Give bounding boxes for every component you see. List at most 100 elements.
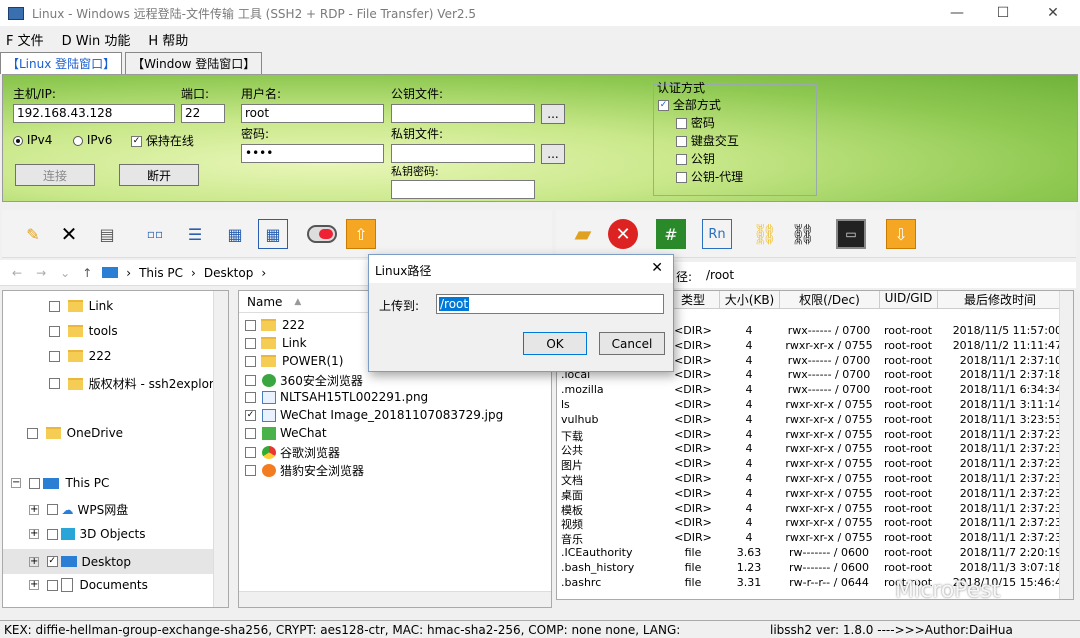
col-type-header[interactable]: 类型 [667, 291, 719, 309]
expand-icon[interactable]: + [29, 556, 39, 567]
col-size-header[interactable]: 大小(KB) [719, 291, 779, 309]
delete-remote-icon[interactable]: ✕ [608, 219, 638, 249]
pubkey-browse-button[interactable]: ... [541, 104, 565, 124]
port-input[interactable]: 22 [181, 104, 225, 123]
small-icons-view-icon[interactable]: ▫▫ [140, 219, 170, 249]
auth-pubkey-checkbox[interactable]: 公钥 [676, 150, 715, 167]
auth-all-checkbox[interactable]: ✓ 全部方式 [658, 96, 721, 113]
dialog-cancel-button[interactable]: Cancel [599, 332, 665, 355]
ipv4-radio[interactable]: IPv4 [13, 133, 52, 147]
forward-arrow-icon[interactable]: → [36, 266, 46, 280]
terminal-hash-icon[interactable]: # [656, 219, 686, 249]
file-item[interactable]: NLTSAH15TL002291.png [245, 390, 428, 404]
breadcrumb-this-pc[interactable]: This PC [139, 266, 183, 280]
keepalive-checkbox[interactable]: ✓ 保持在线 [131, 132, 194, 149]
tree-item[interactable]: tools [49, 324, 118, 338]
remote-table-row[interactable]: ls <DIR> 4 rwxr-xr-x / 0755 root-root 2018/11… [557, 398, 1067, 413]
remote-table-row[interactable]: .mozilla <DIR> 4 rwx------ / 0700 root-root 2… [557, 383, 1067, 398]
menu-help[interactable]: H 帮助 [148, 30, 188, 49]
privkey-input[interactable] [391, 144, 535, 163]
link-icon[interactable]: ⛓ [750, 219, 780, 249]
disconnect-button[interactable]: 断开 [119, 164, 199, 186]
auth-pubkey-agent-checkbox[interactable]: 公钥-代理 [676, 168, 743, 185]
tree-item[interactable]: 版权材料 - ssh2explore [49, 375, 221, 392]
chevron-down-icon[interactable]: ⌄ [60, 266, 70, 280]
file-item[interactable]: ✓ WeChat Image_20181107083729.jpg [245, 408, 503, 422]
file-item[interactable]: POWER(1) [245, 354, 343, 368]
tree-item[interactable]: + ☁ WPS网盘 [29, 501, 128, 518]
up-arrow-icon[interactable]: ↑ [82, 266, 92, 280]
upload-icon[interactable]: ⇧ [346, 219, 376, 249]
ipv6-radio[interactable]: IPv6 [73, 133, 112, 147]
remote-table-row[interactable]: 视频 <DIR> 4 rwxr-xr-x / 0755 root-root 2018/11… [557, 516, 1067, 531]
file-item[interactable]: Link [245, 336, 307, 350]
expand-icon[interactable]: + [29, 529, 39, 539]
file-item[interactable]: 猎豹安全浏览器 [245, 462, 364, 479]
console-icon[interactable]: ▭ [836, 219, 866, 249]
new-folder-icon[interactable]: ▰ [568, 219, 598, 249]
tree-item[interactable]: 222 [49, 349, 112, 363]
col-perm-header[interactable]: 权限(/Dec) [779, 291, 879, 309]
user-input[interactable]: root [241, 104, 384, 123]
connect-button[interactable]: 连接 [15, 164, 95, 186]
auth-password-checkbox[interactable]: 密码 [676, 114, 715, 131]
tree-scrollbar[interactable] [213, 291, 228, 607]
dialog-path-input[interactable]: /root [436, 294, 664, 314]
properties-icon[interactable]: ▤ [92, 219, 122, 249]
tree-item[interactable]: − This PC [11, 476, 109, 490]
col-mtime-header[interactable]: 最后修改时间 [937, 291, 1062, 309]
file-list-hscrollbar[interactable] [239, 591, 551, 607]
list-view-icon[interactable]: ☰ [180, 219, 210, 249]
tree-item-selected[interactable]: + ✓ Desktop [3, 549, 213, 574]
tree-item[interactable]: + 3D Objects [29, 527, 146, 541]
col-uid-header[interactable]: UID/GID [879, 291, 937, 309]
expand-icon[interactable]: + [29, 504, 39, 515]
auth-keyboard-checkbox[interactable]: 键盘交互 [676, 132, 739, 149]
minimize-button[interactable]: — [934, 0, 980, 26]
password-input[interactable]: •••• [241, 144, 384, 163]
breadcrumb-desktop[interactable]: Desktop [204, 266, 254, 280]
open-folder-icon[interactable]: ✎ [18, 219, 48, 249]
file-item[interactable]: 222 [245, 318, 305, 332]
remote-table-row[interactable]: 模板 <DIR> 4 rwxr-xr-x / 0755 root-root 2018/11… [557, 502, 1067, 517]
file-item[interactable]: 360安全浏览器 [245, 372, 363, 389]
details-view-icon[interactable]: ▦ [220, 219, 250, 249]
tree-item[interactable]: + Documents [29, 578, 148, 592]
remote-path-value[interactable]: /root [706, 268, 734, 282]
remote-table-row[interactable]: 音乐 <DIR> 4 rwxr-xr-x / 0755 root-root 2018/11… [557, 531, 1067, 546]
remote-table-row[interactable]: vulhub <DIR> 4 rwxr-xr-x / 0755 root-root 201… [557, 413, 1067, 428]
menu-file[interactable]: F 文件 [6, 30, 44, 49]
tab-windows-login[interactable]: 【Window 登陆窗口】 [125, 52, 263, 74]
download-icon[interactable]: ⇩ [886, 219, 916, 249]
tree-item[interactable]: OneDrive [27, 426, 123, 440]
dialog-ok-button[interactable]: OK [523, 332, 587, 355]
maximize-button[interactable]: ☐ [980, 0, 1026, 26]
remote-table-row[interactable]: 图片 <DIR> 4 rwxr-xr-x / 0755 root-root 2018/11… [557, 457, 1067, 472]
toggle-icon[interactable] [306, 219, 338, 249]
remote-table-row[interactable]: .ICEauthority file 3.63 rw------- / 0600 roo… [557, 546, 1067, 561]
privkey-browse-button[interactable]: ... [541, 144, 565, 164]
remote-table-row[interactable]: 文档 <DIR> 4 rwxr-xr-x / 0755 root-root 2018/11… [557, 472, 1067, 487]
privkey-pass-input[interactable] [391, 180, 535, 199]
tab-linux-login[interactable]: 【Linux 登陆窗口】 [0, 52, 123, 74]
close-button[interactable]: ✕ [1030, 0, 1076, 26]
menu-win[interactable]: D Win 功能 [62, 30, 131, 49]
name-column-header[interactable]: Name [247, 295, 282, 309]
host-input[interactable]: 192.168.43.128 [13, 104, 175, 123]
rename-icon[interactable]: Rn [702, 219, 732, 249]
dialog-close-icon[interactable]: ✕ [651, 260, 663, 276]
tree-item[interactable]: Link [49, 299, 113, 313]
expand-icon[interactable]: + [29, 580, 39, 590]
remote-table-row[interactable]: 公共 <DIR> 4 rwxr-xr-x / 0755 root-root 2018/11… [557, 442, 1067, 457]
remote-table-row[interactable]: .bash_history file 1.23 rw------- / 0600 roo… [557, 561, 1067, 576]
pubkey-input[interactable] [391, 104, 535, 123]
remote-table-row[interactable]: 桌面 <DIR> 4 rwxr-xr-x / 0755 root-root 2018/11… [557, 487, 1067, 502]
thumbnail-view-icon[interactable]: ▦ [258, 219, 288, 249]
remote-table-row[interactable]: 下载 <DIR> 4 rwxr-xr-x / 0755 root-root 2018/11… [557, 428, 1067, 443]
unlink-icon[interactable]: ⛓ [788, 219, 818, 249]
delete-icon[interactable]: ✕ [54, 219, 84, 249]
file-item[interactable]: WeChat [245, 426, 327, 440]
remote-table-scrollbar[interactable] [1059, 291, 1073, 599]
back-arrow-icon[interactable]: ← [12, 266, 22, 280]
collapse-icon[interactable]: − [11, 478, 21, 488]
